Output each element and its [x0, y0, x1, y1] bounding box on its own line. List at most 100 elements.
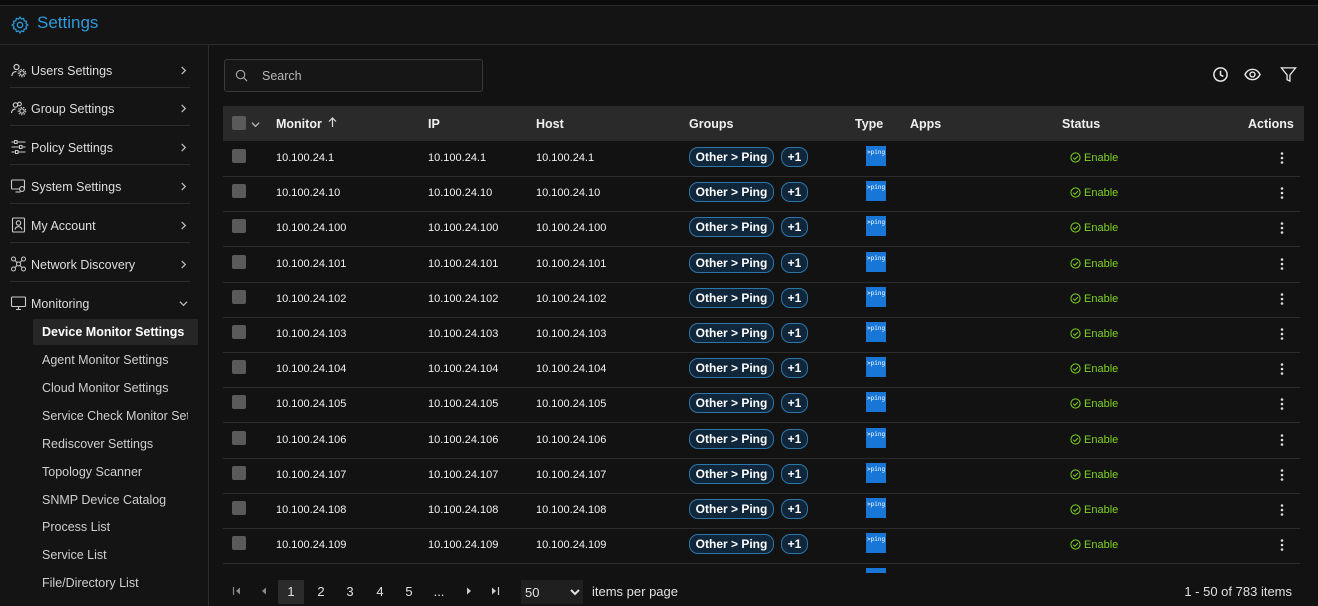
- prev-page-icon[interactable]: [258, 585, 270, 597]
- page-5-button[interactable]: 5: [396, 580, 422, 604]
- row-checkbox[interactable]: [232, 254, 246, 269]
- submenu-service-check-monitor-settings[interactable]: Service Check Monitor Settings: [42, 409, 188, 423]
- next-page-icon[interactable]: [463, 585, 475, 597]
- row-checkbox[interactable]: [232, 536, 246, 551]
- more-vertical-icon[interactable]: [1276, 467, 1288, 483]
- group-more-tag[interactable]: +1: [781, 252, 808, 273]
- row-checkbox[interactable]: [232, 465, 246, 480]
- group-tag[interactable]: Other > Ping: [689, 147, 774, 167]
- first-page-icon[interactable]: [231, 585, 243, 597]
- more-vertical-icon[interactable]: [1276, 432, 1288, 448]
- table-row[interactable]: 10.100.24.104 10.100.24.104 10.100.24.104 O…: [223, 352, 1300, 389]
- table-row[interactable]: 10.100.24.1 10.100.24.1 10.100.24.1 Other >…: [223, 141, 1300, 177]
- submenu-device-monitor-settings[interactable]: Device Monitor Settings: [33, 319, 198, 345]
- more-vertical-icon[interactable]: [1276, 185, 1288, 201]
- page-size-select[interactable]: 50: [521, 580, 583, 604]
- submenu-agent-monitor-settings[interactable]: Agent Monitor Settings: [42, 353, 188, 367]
- cell-monitor[interactable]: 10.100.24.101: [276, 258, 346, 270]
- group-tag[interactable]: Other > Ping: [689, 252, 774, 273]
- group-tag[interactable]: Other > Ping: [689, 463, 774, 484]
- cell-monitor[interactable]: 10.100.24.10: [276, 187, 340, 199]
- more-vertical-icon[interactable]: [1276, 502, 1288, 518]
- submenu-file-directory-list[interactable]: File/Directory List: [42, 576, 188, 590]
- row-checkbox[interactable]: [232, 149, 246, 163]
- row-checkbox[interactable]: [232, 430, 246, 445]
- row-checkbox[interactable]: [232, 395, 246, 410]
- table-row[interactable]: 10.100.24.108 10.100.24.108 10.100.24.108 O…: [223, 493, 1300, 529]
- row-checkbox[interactable]: [232, 289, 246, 304]
- group-more-tag[interactable]: +1: [781, 463, 808, 484]
- more-vertical-icon[interactable]: [1276, 220, 1288, 236]
- search-input[interactable]: [260, 67, 474, 85]
- group-more-tag[interactable]: +1: [781, 217, 808, 238]
- group-tag[interactable]: Other > Ping: [689, 428, 774, 449]
- group-more-tag[interactable]: +1: [781, 358, 808, 379]
- submenu-rediscover-settings[interactable]: Rediscover Settings: [42, 437, 188, 451]
- more-pages-button[interactable]: ...: [426, 580, 452, 604]
- arrow-up-icon[interactable]: [328, 117, 337, 128]
- more-vertical-icon[interactable]: [1276, 361, 1288, 377]
- table-row[interactable]: 10.100.24.106 10.100.24.106 10.100.24.106 O…: [223, 423, 1300, 459]
- group-more-tag[interactable]: +1: [781, 428, 808, 449]
- column-header-apps[interactable]: Apps: [910, 117, 941, 131]
- row-checkbox[interactable]: [232, 360, 246, 375]
- group-tag[interactable]: Other > Ping: [689, 358, 774, 379]
- group-more-tag[interactable]: +1: [781, 182, 808, 203]
- table-row[interactable]: 10.100.24.101 10.100.24.101 10.100.24.101 O…: [223, 247, 1300, 283]
- sidebar-item-network-discovery[interactable]: Network Discovery: [10, 244, 190, 282]
- table-row[interactable]: 10.100.24.10 10.100.24.10 10.100.24.10 Othe…: [223, 176, 1300, 213]
- more-vertical-icon[interactable]: [1276, 326, 1288, 342]
- page-3-button[interactable]: 3: [337, 580, 363, 604]
- table-row[interactable]: 10.100.24.105 10.100.24.105 10.100.24.105 O…: [223, 387, 1300, 424]
- more-vertical-icon[interactable]: [1276, 291, 1288, 307]
- group-more-tag[interactable]: +1: [781, 147, 808, 167]
- group-tag[interactable]: Other > Ping: [689, 182, 774, 203]
- submenu-process-list[interactable]: Process List: [42, 520, 188, 534]
- group-tag[interactable]: Other > Ping: [689, 323, 774, 343]
- cell-monitor[interactable]: 10.100.24.104: [276, 363, 346, 375]
- eye-icon[interactable]: [1244, 66, 1261, 83]
- table-row[interactable]: 10.100.24.100 10.100.24.100 10.100.24.100 O…: [223, 211, 1300, 248]
- column-header-ip[interactable]: IP: [428, 117, 440, 131]
- cell-monitor[interactable]: 10.100.24.105: [276, 398, 346, 410]
- column-header-type[interactable]: Type: [855, 117, 883, 131]
- column-header-status[interactable]: Status: [1062, 117, 1100, 131]
- cell-monitor[interactable]: 10.100.24.102: [276, 293, 346, 305]
- more-vertical-icon[interactable]: [1276, 396, 1288, 412]
- group-tag[interactable]: Other > Ping: [689, 217, 774, 238]
- group-tag[interactable]: Other > Ping: [689, 287, 774, 308]
- sidebar-item-policy-settings[interactable]: Policy Settings: [10, 127, 190, 165]
- page-1-button[interactable]: 1: [278, 580, 304, 604]
- group-more-tag[interactable]: +1: [781, 287, 808, 308]
- group-more-tag[interactable]: +1: [781, 499, 808, 519]
- chevron-down-icon[interactable]: [251, 120, 260, 129]
- column-header-groups[interactable]: Groups: [689, 117, 733, 131]
- cell-monitor[interactable]: 10.100.24.1: [276, 152, 334, 164]
- row-checkbox[interactable]: [232, 501, 246, 515]
- submenu-snmp-device-catalog[interactable]: SNMP Device Catalog: [42, 493, 188, 507]
- filter-icon[interactable]: [1280, 66, 1297, 83]
- column-header-host[interactable]: Host: [536, 117, 564, 131]
- cell-monitor[interactable]: 10.100.24.103: [276, 328, 346, 340]
- row-checkbox[interactable]: [232, 325, 246, 339]
- more-vertical-icon[interactable]: [1276, 256, 1288, 272]
- group-tag[interactable]: Other > Ping: [689, 499, 774, 519]
- cell-monitor[interactable]: 10.100.24.100: [276, 222, 346, 234]
- page-2-button[interactable]: 2: [308, 580, 334, 604]
- row-checkbox[interactable]: [232, 184, 246, 199]
- table-row[interactable]: 10.100.24.107 10.100.24.107 10.100.24.107 O…: [223, 458, 1300, 494]
- table-row[interactable]: 10.100.24.102 10.100.24.102 10.100.24.102 O…: [223, 282, 1300, 318]
- group-tag[interactable]: Other > Ping: [689, 393, 774, 414]
- row-checkbox[interactable]: [232, 219, 246, 234]
- group-more-tag[interactable]: +1: [781, 393, 808, 414]
- submenu-service-list[interactable]: Service List: [42, 548, 188, 562]
- table-row[interactable]: 10.100.24.109 10.100.24.109 10.100.24.109 O…: [223, 528, 1300, 565]
- group-more-tag[interactable]: +1: [781, 534, 808, 555]
- sidebar-item-monitoring[interactable]: Monitoring: [10, 283, 190, 320]
- group-more-tag[interactable]: +1: [781, 323, 808, 343]
- sidebar-item-group-settings[interactable]: Group Settings: [10, 88, 190, 126]
- page-4-button[interactable]: 4: [367, 580, 393, 604]
- cell-monitor[interactable]: 10.100.24.108: [276, 504, 346, 516]
- cell-monitor[interactable]: 10.100.24.107: [276, 469, 346, 481]
- group-tag[interactable]: Other > Ping: [689, 534, 774, 555]
